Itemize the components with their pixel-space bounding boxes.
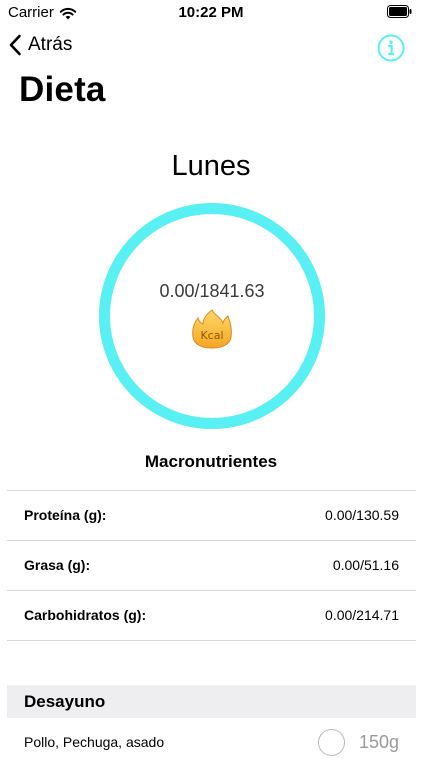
page-title: Dieta (19, 70, 106, 109)
day-label: Lunes (171, 150, 251, 182)
status-time: 10:22 PM (178, 4, 244, 21)
macro-row-protein: Proteína (g): 0.00/130.59 (7, 491, 416, 541)
navigation-bar: Atrás (0, 30, 422, 66)
meal-section-header: Desayuno (7, 685, 416, 718)
meal-title: Desayuno (24, 692, 106, 711)
macro-label: Proteína (g): (24, 507, 107, 523)
macros-heading: Macronutrientes (144, 452, 278, 471)
macro-row-fat: Grasa (g): 0.00/51.16 (7, 541, 416, 591)
food-name: Pollo, Pechuga, asado (24, 734, 165, 750)
macro-value: 0.00/130.59 (325, 507, 399, 523)
back-label: Atrás (28, 34, 73, 55)
info-icon[interactable] (376, 33, 406, 63)
macro-row-carbs: Carbohidratos (g): 0.00/214.71 (7, 591, 416, 641)
kcal-icon-label: Kcal (200, 329, 223, 342)
back-button[interactable]: Atrás (8, 34, 72, 56)
status-bar: Carrier 10:22 PM (0, 0, 422, 26)
food-checkbox[interactable] (318, 729, 345, 756)
macro-label: Carbohidratos (g): (24, 607, 147, 623)
macro-label: Grasa (g): (24, 557, 91, 573)
battery-icon (387, 5, 412, 18)
chevron-left-icon (9, 34, 21, 56)
macro-list: Proteína (g): 0.00/130.59 Grasa (g): 0.0… (7, 490, 416, 641)
calorie-ring: 0.00/1841.63 Kcal (99, 203, 325, 429)
macro-value: 0.00/51.16 (332, 557, 399, 573)
calorie-value: 0.00/1841.63 (159, 281, 265, 301)
macro-value: 0.00/214.71 (325, 607, 399, 623)
flame-kcal-icon: Kcal (192, 309, 232, 349)
food-list-item[interactable]: Pollo, Pechuga, asado 150g (7, 720, 416, 760)
